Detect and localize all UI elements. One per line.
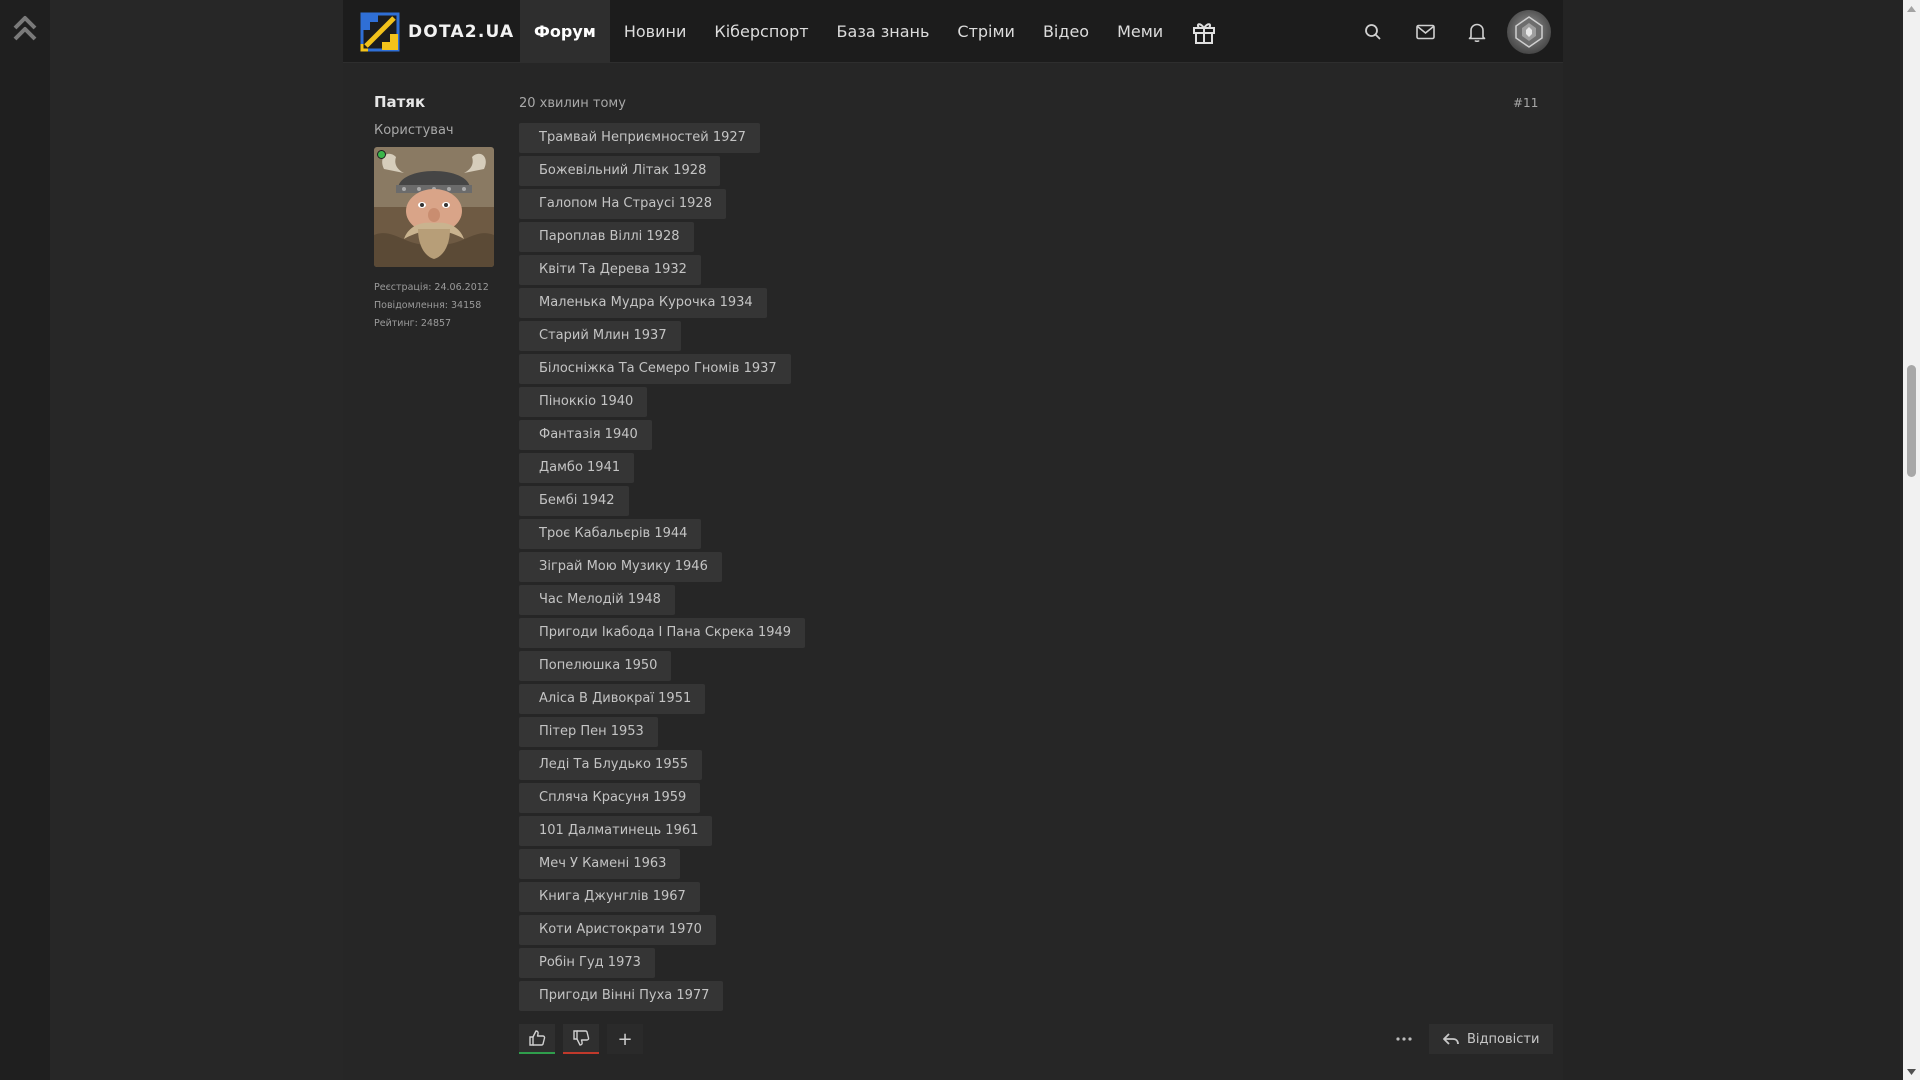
viking-avatar-image [374, 147, 494, 267]
notifications-button[interactable] [1451, 0, 1503, 63]
triangle-up-icon [1907, 5, 1916, 12]
movie-tag[interactable]: Попелюшка 1950 [519, 651, 672, 681]
movie-tag[interactable]: Троє Кабальєрів 1944 [519, 519, 702, 549]
site-header: DOTA2.UA Форум Новини Кіберспорт База зн… [343, 0, 1563, 63]
movie-tag[interactable]: Квіти Та Дерева 1932 [519, 255, 701, 285]
scroll-to-top-button[interactable] [12, 14, 38, 44]
movie-tag[interactable]: Робін Гуд 1973 [519, 948, 655, 978]
nav-video[interactable]: Відео [1029, 0, 1103, 63]
movie-tag[interactable]: Галопом На Страусі 1928 [519, 189, 726, 219]
dislike-button[interactable] [563, 1024, 599, 1054]
post-timestamp[interactable]: 20 хвилин тому [519, 96, 626, 111]
nav-forum[interactable]: Форум [520, 0, 610, 63]
author-role: Користувач [374, 123, 454, 138]
movie-tag[interactable]: Пароплав Віллі 1928 [519, 222, 694, 252]
gift-icon [1193, 22, 1216, 44]
online-indicator [377, 150, 386, 159]
movie-tag[interactable]: Пригоди Ікабода І Пана Скрека 1949 [519, 618, 806, 648]
right-background [1563, 0, 1903, 1080]
logo-mark-icon [360, 12, 400, 52]
movie-tag[interactable]: Старий Млин 1937 [519, 321, 681, 351]
post-actions: Відповісти [1389, 1024, 1554, 1054]
movie-tag[interactable]: Спляча Красуня 1959 [519, 783, 701, 813]
like-button[interactable] [519, 1024, 555, 1054]
scroll-up-arrow[interactable] [1903, 0, 1920, 17]
messages-button[interactable] [1399, 0, 1451, 63]
movie-tag[interactable]: 101 Далматинець 1961 [519, 816, 713, 846]
vote-bar: + [519, 1024, 643, 1054]
scroll-down-arrow[interactable] [1903, 1063, 1920, 1080]
movie-tag[interactable]: Пітер Пен 1953 [519, 717, 658, 747]
ellipsis-icon [1396, 1037, 1412, 1041]
double-chevron-up-icon [13, 16, 37, 41]
nav-knowledge-base[interactable]: База знань [823, 0, 944, 63]
search-button[interactable] [1347, 0, 1399, 63]
author-registered: Реєстрація: 24.06.2012 [374, 282, 489, 293]
page-scrollbar[interactable] [1903, 0, 1920, 1080]
logo-text: DOTA2.UA [408, 22, 515, 42]
movie-tag[interactable]: Коти Аристократи 1970 [519, 915, 716, 945]
post-number-link[interactable]: #11 [1513, 96, 1538, 110]
movie-tag[interactable]: Зіграй Мою Музику 1946 [519, 552, 722, 582]
movie-tag[interactable]: Маленька Мудра Курочка 1934 [519, 288, 767, 318]
site-logo[interactable]: DOTA2.UA [360, 12, 514, 52]
gift-button[interactable] [1177, 0, 1231, 63]
movie-tag[interactable]: Аліса В Дивокраї 1951 [519, 684, 706, 714]
movie-tag[interactable]: Час Мелодій 1948 [519, 585, 675, 615]
reply-label: Відповісти [1467, 1031, 1540, 1047]
nav-streams[interactable]: Стріми [943, 0, 1029, 63]
author-stats: Реєстрація: 24.06.2012 Повідомлення: 341… [374, 279, 496, 333]
nav-esports[interactable]: Кіберспорт [700, 0, 822, 63]
mail-icon [1415, 24, 1435, 39]
movie-tag[interactable]: Білосніжка Та Семеро Гномів 1937 [519, 354, 791, 384]
movie-tag[interactable]: Леді Та Блудько 1955 [519, 750, 703, 780]
thumbs-down-icon [573, 1030, 590, 1046]
movie-tag[interactable]: Трамвай Неприємностей 1927 [519, 123, 760, 153]
triangle-down-icon [1907, 1068, 1916, 1075]
movie-tag[interactable]: Фантазія 1940 [519, 420, 652, 450]
main-nav: Форум Новини Кіберспорт База знань Стрім… [520, 0, 1231, 63]
more-options-button[interactable] [1389, 1024, 1419, 1054]
reply-arrow-icon [1443, 1033, 1459, 1045]
author-messages: Повідомлення: 34158 [374, 300, 482, 311]
search-icon [1365, 23, 1381, 40]
scrollbar-thumb[interactable] [1907, 365, 1916, 477]
author-name[interactable]: Патяк [374, 93, 496, 111]
header-actions [1347, 0, 1551, 63]
left-gutter [0, 0, 50, 1080]
reply-button[interactable]: Відповісти [1429, 1024, 1554, 1054]
author-rating: Рейтинг: 24857 [374, 318, 452, 329]
main-column: DOTA2.UA Форум Новини Кіберспорт База зн… [343, 0, 1563, 1080]
movie-tag[interactable]: Дамбо 1941 [519, 453, 635, 483]
movie-tag[interactable]: Меч У Камені 1963 [519, 849, 681, 879]
forum-post: Патяк Користувач Реєстрація: 24.06.2012 … [343, 63, 1563, 1080]
movie-tag[interactable]: Божевільний Літак 1928 [519, 156, 721, 186]
rank-emblem-icon [1515, 15, 1543, 48]
user-avatar[interactable] [1507, 9, 1551, 54]
movie-tag[interactable]: Бембі 1942 [519, 486, 629, 516]
movie-list: Трамвай Неприємностей 1927 Божевільний Лі… [519, 123, 806, 1014]
author-avatar[interactable] [374, 147, 494, 267]
add-reaction-button[interactable]: + [607, 1024, 643, 1054]
movie-tag[interactable]: Книга Джунглів 1967 [519, 882, 700, 912]
bell-icon [1468, 23, 1486, 42]
nav-memes[interactable]: Меми [1103, 0, 1177, 63]
thumbs-up-icon [529, 1030, 546, 1046]
movie-tag[interactable]: Пригоди Вінні Пуха 1977 [519, 981, 724, 1011]
nav-news[interactable]: Новини [610, 0, 701, 63]
movie-tag[interactable]: Піноккіо 1940 [519, 387, 648, 417]
post-author-panel: Патяк Користувач Реєстрація: 24.06.2012 … [374, 93, 496, 333]
